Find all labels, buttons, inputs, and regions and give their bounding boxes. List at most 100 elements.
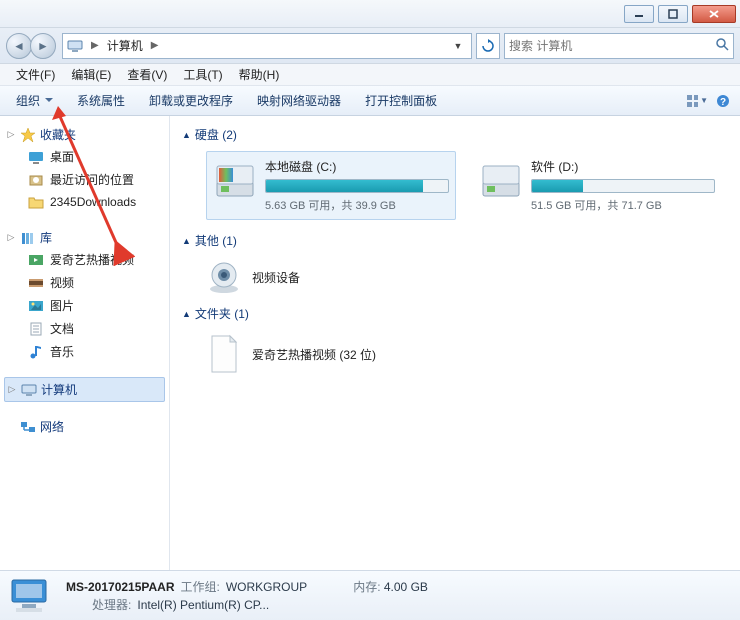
search-input[interactable] [509, 39, 711, 53]
refresh-button[interactable] [476, 33, 500, 59]
hard-drive-icon [213, 158, 257, 202]
sidebar-header-network[interactable]: ▷ 网络 [4, 416, 165, 437]
toolbar-open-control-panel[interactable]: 打开控制面板 [355, 88, 447, 113]
menu-tools[interactable]: 工具(T) [175, 64, 230, 85]
recent-places-icon [28, 172, 44, 188]
sidebar-item-recent[interactable]: 最近访问的位置 [4, 168, 165, 191]
window-close-button[interactable] [692, 5, 736, 23]
sidebar-header-computer[interactable]: ▷ 计算机 [4, 377, 165, 402]
nav-forward-button[interactable]: ► [30, 33, 56, 59]
sidebar-network-label: 网络 [40, 418, 64, 435]
status-workgroup-label: 工作组: [181, 578, 220, 596]
sidebar-item-music[interactable]: 音乐 [4, 340, 165, 363]
section-other-label: 其他 (1) [195, 232, 237, 249]
svg-text:?: ? [720, 97, 726, 108]
sidebar-favorites-label: 收藏夹 [40, 126, 76, 143]
device-name: 视频设备 [252, 269, 300, 286]
toolbar-system-properties[interactable]: 系统属性 [67, 88, 135, 113]
toolbar-uninstall-programs[interactable]: 卸载或更改程序 [139, 88, 243, 113]
sidebar-header-favorites[interactable]: ▷ 收藏夹 [4, 124, 165, 145]
sidebar-item-iqiyi-video[interactable]: 爱奇艺热播视频 [4, 248, 165, 271]
drive-capacity-bar [265, 179, 449, 193]
status-details: MS-20170215PAAR 工作组: WORKGROUP 内存: 4.00 … [66, 578, 428, 614]
drive-free-text: 5.63 GB 可用，共 39.9 GB [265, 197, 449, 213]
documents-icon [28, 321, 44, 337]
toolbar-help-icon[interactable]: ? [712, 90, 734, 112]
sidebar-item-documents[interactable]: 文档 [4, 317, 165, 340]
desktop-icon [28, 149, 44, 165]
network-icon [20, 419, 36, 435]
drive-card-d[interactable]: 软件 (D:) 51.5 GB 可用，共 71.7 GB [472, 151, 722, 220]
drive-name: 软件 (D:) [531, 158, 715, 175]
sidebar-item-label: 2345Downloads [50, 195, 136, 209]
computer-icon [67, 38, 83, 54]
sidebar-item-desktop[interactable]: 桌面 [4, 145, 165, 168]
device-item-video[interactable]: 视频设备 [182, 253, 728, 301]
collapse-icon: ▷ [7, 384, 17, 395]
menu-file[interactable]: 文件(F) [8, 64, 63, 85]
nav-back-button[interactable]: ◄ [6, 33, 32, 59]
section-hdd-label: 硬盘 (2) [195, 126, 237, 143]
sidebar-item-label: 视频 [50, 274, 74, 291]
details-pane: MS-20170215PAAR 工作组: WORKGROUP 内存: 4.00 … [0, 570, 740, 620]
sidebar-header-libraries[interactable]: ▷ 库 [4, 227, 165, 248]
collapse-icon: ▲ [182, 309, 191, 319]
address-dropdown-icon[interactable]: ▼ [449, 41, 467, 51]
sidebar-group-favorites: ▷ 收藏夹 桌面 最近访问的位置 2345Downloads [4, 124, 165, 213]
sidebar-item-label: 图片 [50, 297, 74, 314]
sidebar-group-computer: ▷ 计算机 [4, 377, 165, 402]
status-computer-name: MS-20170215PAAR [66, 578, 175, 596]
nav-back-forward: ◄ ► [6, 32, 58, 60]
hard-drive-icon [479, 158, 523, 202]
window-minimize-button[interactable] [624, 5, 654, 23]
breadcrumb-computer[interactable]: 计算机 [107, 37, 143, 54]
window-titlebar [0, 0, 740, 28]
menu-edit[interactable]: 编辑(E) [63, 64, 119, 85]
videos-icon [28, 275, 44, 291]
section-header-hdd[interactable]: ▲ 硬盘 (2) [182, 122, 728, 147]
folder-name: 爱奇艺热播视频 (32 位) [252, 346, 376, 363]
pictures-icon [28, 298, 44, 314]
section-header-folders[interactable]: ▲ 文件夹 (1) [182, 301, 728, 326]
menu-view[interactable]: 查看(V) [119, 64, 175, 85]
webcam-icon [206, 259, 242, 295]
favorites-star-icon [20, 127, 36, 143]
navigation-sidebar: ▷ 收藏夹 桌面 最近访问的位置 2345Downloads ▷ 库 [0, 116, 170, 570]
computer-icon [21, 382, 37, 398]
collapse-icon: ▷ [6, 232, 16, 243]
sidebar-item-label: 音乐 [50, 343, 74, 360]
sidebar-item-label: 最近访问的位置 [50, 171, 134, 188]
sidebar-libraries-label: 库 [40, 229, 52, 246]
search-box[interactable] [504, 33, 734, 59]
toolbar-view-options-icon[interactable]: ▼ [686, 90, 708, 112]
breadcrumb-chevron-icon[interactable]: ▶ [89, 40, 101, 51]
menu-bar: 文件(F) 编辑(E) 查看(V) 工具(T) 帮助(H) [0, 64, 740, 86]
breadcrumb-chevron-icon[interactable]: ▶ [149, 40, 161, 51]
toolbar-organize[interactable]: 组织 [6, 88, 63, 113]
folder-item[interactable]: 爱奇艺热播视频 (32 位) [182, 326, 728, 382]
sidebar-group-network: ▷ 网络 [4, 416, 165, 437]
sidebar-item-downloads[interactable]: 2345Downloads [4, 191, 165, 213]
libraries-icon [20, 230, 36, 246]
video-library-icon [28, 252, 44, 268]
section-header-other[interactable]: ▲ 其他 (1) [182, 228, 728, 253]
music-icon [28, 344, 44, 360]
search-icon[interactable] [715, 37, 729, 54]
drive-card-c[interactable]: 本地磁盘 (C:) 5.63 GB 可用，共 39.9 GB [206, 151, 456, 220]
collapse-icon: ▷ [6, 129, 16, 140]
section-folders-label: 文件夹 (1) [195, 305, 249, 322]
status-processor-label: 处理器: [92, 596, 131, 614]
status-processor: Intel(R) Pentium(R) CP... [137, 596, 269, 614]
address-breadcrumb[interactable]: ▶ 计算机 ▶ ▼ [62, 33, 472, 59]
toolbar-map-network-drive[interactable]: 映射网络驱动器 [247, 88, 351, 113]
sidebar-computer-label: 计算机 [41, 381, 77, 398]
computer-large-icon [8, 576, 56, 616]
sidebar-item-label: 爱奇艺热播视频 [50, 251, 134, 268]
sidebar-item-pictures[interactable]: 图片 [4, 294, 165, 317]
status-workgroup: WORKGROUP [226, 578, 307, 596]
sidebar-group-libraries: ▷ 库 爱奇艺热播视频 视频 图片 文档 音乐 [4, 227, 165, 363]
menu-help[interactable]: 帮助(H) [231, 64, 288, 85]
sidebar-item-videos[interactable]: 视频 [4, 271, 165, 294]
window-maximize-button[interactable] [658, 5, 688, 23]
command-toolbar: 组织 系统属性 卸载或更改程序 映射网络驱动器 打开控制面板 ▼ ? [0, 86, 740, 116]
